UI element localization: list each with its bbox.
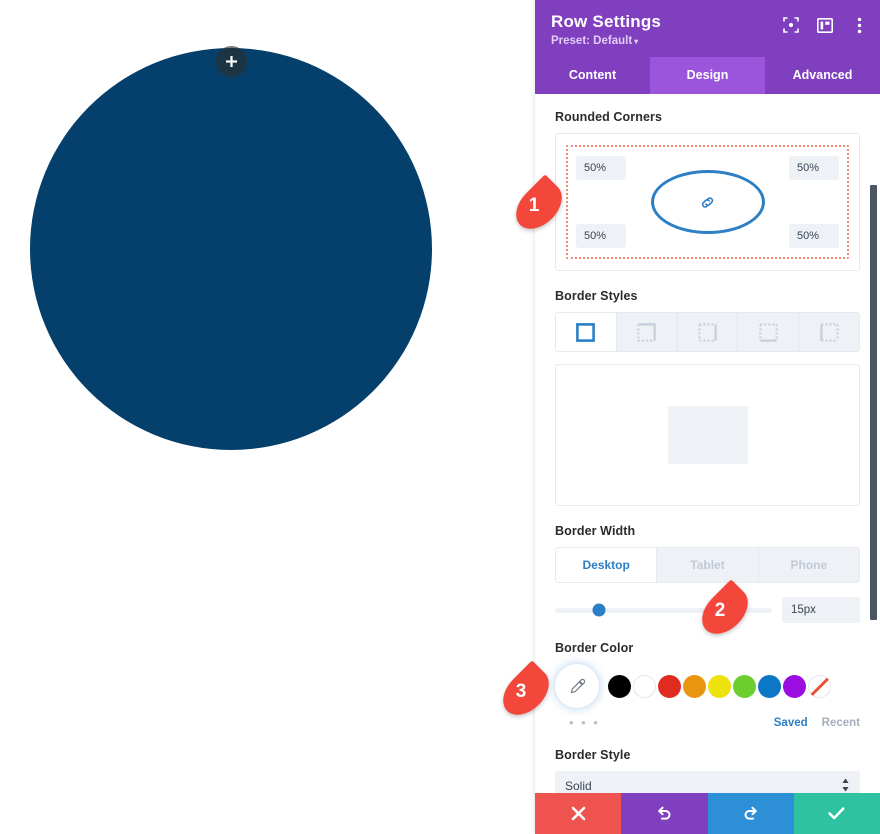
header-icon-group	[782, 16, 868, 34]
border-styles-label: Border Styles	[555, 289, 638, 303]
select-stepper-icon	[841, 778, 850, 793]
slider-thumb[interactable]	[592, 603, 606, 617]
preset-selector[interactable]: Preset: Default ▾	[551, 35, 864, 47]
device-tab-desktop[interactable]: Desktop	[556, 548, 658, 582]
corner-top-left-input[interactable]: 50%	[576, 156, 626, 180]
section-border-styles: Border Styles	[555, 289, 860, 506]
rounded-corners-label: Rounded Corners	[555, 110, 663, 124]
add-row-button[interactable]	[216, 46, 247, 77]
border-width-label: Border Width	[555, 524, 636, 538]
border-style-select[interactable]: Solid	[555, 771, 860, 793]
border-style-top-left-button[interactable]	[616, 313, 678, 351]
saved-recent-group: Saved Recent	[774, 717, 860, 729]
link-icon	[701, 196, 714, 208]
panel-header: Row Settings Preset: Default ▾	[535, 0, 880, 57]
recent-colors-tab[interactable]: Recent	[822, 717, 860, 729]
saved-colors-tab[interactable]: Saved	[774, 717, 808, 729]
callout-number: 1	[528, 195, 540, 216]
swatch-purple[interactable]	[783, 674, 806, 698]
device-tab-phone[interactable]: Phone	[758, 548, 859, 582]
cancel-button[interactable]	[535, 793, 622, 834]
border-left-icon	[819, 322, 839, 342]
swatch-orange[interactable]	[683, 674, 706, 698]
redo-button[interactable]	[707, 793, 794, 834]
border-all-icon	[576, 322, 596, 342]
border-right-icon	[698, 322, 717, 342]
page-canvas	[0, 0, 535, 834]
border-style-value: Solid	[565, 779, 592, 793]
border-style-bottom-button[interactable]	[738, 313, 800, 351]
screen-root: Row Settings Preset: Default ▾ Content D…	[0, 0, 880, 834]
callout-marker-3: 3	[494, 660, 558, 724]
corner-link-toggle[interactable]	[650, 170, 765, 234]
row-settings-panel: Row Settings Preset: Default ▾ Content D…	[535, 0, 880, 834]
swatch-green[interactable]	[733, 674, 756, 698]
border-style-label: Border Style	[555, 748, 631, 762]
color-swatch-row	[555, 664, 860, 708]
redo-icon	[744, 806, 757, 820]
border-top-left-icon	[637, 322, 656, 342]
section-border-color: Border Color • • • Saved Recent	[555, 641, 860, 730]
focus-target-icon[interactable]	[782, 16, 800, 34]
more-colors-button[interactable]: • • •	[555, 715, 600, 730]
chevron-down-icon: ▾	[634, 37, 639, 46]
plus-icon	[226, 56, 237, 67]
swatch-red[interactable]	[658, 674, 681, 698]
panel-scrollbar-thumb[interactable]	[870, 185, 877, 620]
border-style-all-button[interactable]	[556, 313, 617, 351]
section-rounded-corners: Rounded Corners 50% 50% 50% 50%	[555, 110, 860, 271]
border-width-input[interactable]: 15px	[782, 597, 860, 623]
kebab-menu-icon[interactable]	[850, 16, 868, 34]
border-styles-row	[555, 312, 860, 352]
tab-advanced[interactable]: Advanced	[765, 57, 880, 94]
panel-tabs: Content Design Advanced	[535, 57, 880, 94]
select-stepper-glyph	[842, 778, 849, 792]
border-style-right-button[interactable]	[677, 313, 739, 351]
corner-top-right-input[interactable]: 50%	[789, 156, 839, 180]
color-row-footer: • • • Saved Recent	[555, 715, 860, 730]
tab-design[interactable]: Design	[650, 57, 765, 94]
border-preview-box	[555, 364, 860, 506]
swatch-yellow[interactable]	[708, 674, 731, 698]
section-border-style: Border Style Solid	[555, 748, 860, 793]
kebab-menu-glyph	[857, 17, 861, 33]
device-tabs: Desktop Tablet Phone	[555, 547, 860, 583]
swatch-none[interactable]	[808, 674, 831, 698]
tab-content[interactable]: Content	[535, 57, 650, 94]
callout-number: 3	[515, 681, 527, 702]
callout-marker-1: 1	[507, 174, 571, 238]
swatch-white[interactable]	[633, 674, 656, 698]
layout-panel-glyph	[817, 17, 833, 33]
border-color-label: Border Color	[555, 641, 634, 655]
corner-bottom-right-input[interactable]: 50%	[789, 224, 839, 248]
preset-label: Preset: Default	[551, 35, 633, 47]
close-icon	[571, 806, 585, 821]
callout-marker-2: 2	[693, 579, 757, 643]
device-tab-tablet[interactable]: Tablet	[657, 548, 759, 582]
undo-button[interactable]	[621, 793, 708, 834]
border-bottom-icon	[759, 322, 778, 342]
panel-body: Rounded Corners 50% 50% 50% 50% Border S…	[535, 94, 880, 793]
swatch-blue[interactable]	[758, 674, 781, 698]
row-circle-shape[interactable]	[30, 48, 432, 450]
eyedropper-icon	[570, 678, 585, 693]
check-icon	[828, 807, 845, 820]
swatch-black[interactable]	[608, 674, 631, 698]
corner-bottom-left-input[interactable]: 50%	[576, 224, 626, 248]
rounded-corners-widget: 50% 50% 50% 50%	[555, 133, 860, 271]
save-button[interactable]	[793, 793, 880, 834]
border-preview-swatch	[667, 406, 748, 464]
border-style-left-button[interactable]	[799, 313, 859, 351]
rounded-corners-dashed-frame: 50% 50% 50% 50%	[566, 145, 849, 259]
callout-number: 2	[714, 600, 726, 621]
panel-footer	[535, 793, 880, 834]
undo-icon	[658, 806, 671, 820]
focus-target-glyph	[783, 17, 799, 33]
layout-panel-icon[interactable]	[816, 16, 834, 34]
eyedropper-button[interactable]	[555, 664, 599, 708]
